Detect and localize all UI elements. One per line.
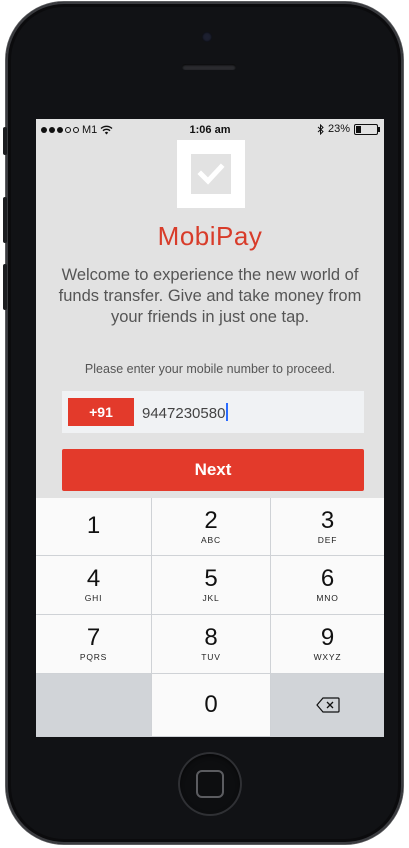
next-button[interactable]: Next [62, 449, 364, 491]
key-digit: 2 [204, 506, 218, 534]
key-digit: 8 [204, 624, 218, 651]
welcome-text: Welcome to experience the new world of f… [58, 266, 362, 326]
mobile-number-field[interactable]: +91 9447230580 [62, 391, 364, 433]
key-letters: MNO [316, 593, 339, 603]
key-letters: WXYZ [313, 652, 342, 662]
status-bar: M1 1:06 am 23% [36, 119, 384, 141]
backspace-icon [315, 697, 340, 713]
earpiece-speaker [182, 64, 236, 70]
key-1[interactable]: 1 [36, 498, 151, 555]
app-logo [177, 140, 245, 208]
home-button[interactable] [178, 752, 242, 816]
numeric-keypad: 1 2 ABC 3 DEF 4 GHI 5 JKL 6 MNO 7 PQRS 8 TUV 9W… [36, 498, 384, 737]
key-6[interactable]: 6 MNO [271, 556, 384, 614]
key-7[interactable]: 7 PQRS [36, 615, 151, 673]
key-digit: 7 [86, 624, 101, 651]
app-title: MobiPay [157, 221, 263, 251]
key-letters: DEF [317, 534, 338, 545]
key-digit: 9 [320, 624, 335, 651]
key-digit: 5 [204, 565, 218, 592]
key-3[interactable]: 3 DEF [271, 498, 384, 555]
checkbox-logo-icon [191, 154, 231, 194]
text-caret [226, 403, 229, 421]
key-letters: TUV [201, 652, 221, 662]
key-digit: 1 [86, 511, 101, 539]
mobile-number-value: 9447230580 [142, 405, 226, 422]
battery-percent: 23% [327, 123, 350, 135]
mobile-number-prompt: Please enter your mobile number to proce… [84, 362, 336, 376]
volume-down-button [3, 264, 7, 310]
key-4[interactable]: 4 GHI [36, 556, 151, 614]
key-digit: 0 [204, 691, 218, 718]
status-right: 23% [317, 123, 380, 135]
key-blank [36, 674, 151, 736]
key-letters: ABC [201, 534, 221, 545]
key-letters: GHI [84, 593, 103, 603]
key-backspace[interactable] [271, 674, 384, 736]
volume-up-button [3, 197, 7, 243]
key-digit: 4 [86, 565, 101, 592]
key-digit: 3 [320, 506, 335, 534]
battery-icon [354, 123, 380, 135]
app-screen: M1 1:06 am 23% MobiPay Welcome to experi [36, 119, 384, 737]
key-letters: PQRS [79, 652, 108, 662]
key-0[interactable]: 0 [152, 674, 270, 736]
key-2[interactable]: 2 ABC [152, 498, 270, 555]
key-5[interactable]: 5 JKL [152, 556, 270, 614]
bluetooth-icon [317, 123, 324, 135]
mute-switch [3, 127, 7, 155]
key-9[interactable]: 9 WXYZ [271, 615, 384, 673]
mobile-number-input[interactable]: 9447230580 [142, 403, 229, 422]
key-letters: JKL [202, 593, 220, 603]
home-button-icon [196, 770, 224, 798]
front-camera [202, 32, 212, 42]
key-8[interactable]: 8 TUV [152, 615, 270, 673]
country-code-badge[interactable]: +91 [68, 398, 134, 426]
key-digit: 6 [320, 565, 335, 592]
